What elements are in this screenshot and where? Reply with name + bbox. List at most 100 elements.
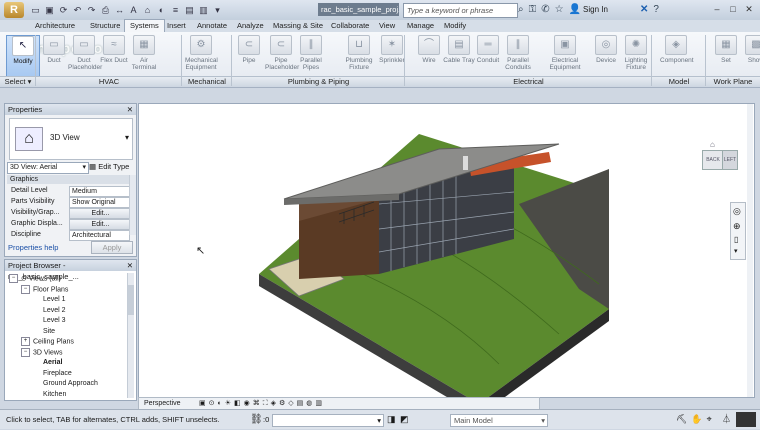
tree-item[interactable]: Site <box>43 327 55 337</box>
editing-requests-icon[interactable]: ◨ <box>387 410 396 429</box>
communication-icon[interactable]: ✆ <box>541 4 549 16</box>
parallel-pipes-button[interactable]: ∥ Parallel Pipes <box>295 35 327 75</box>
application-menu-button[interactable]: R <box>4 2 24 18</box>
thin-lines-icon[interactable]: ≡ <box>170 5 181 16</box>
minimize-icon[interactable]: – <box>710 3 724 15</box>
tree-item[interactable]: Level 3 <box>43 316 66 326</box>
panel-hvac[interactable]: HVAC <box>36 76 182 87</box>
tab-systems[interactable]: Systems <box>124 19 165 33</box>
redo-icon[interactable]: ↷ <box>86 5 97 16</box>
tab-structure[interactable]: Structure <box>85 20 125 32</box>
tree-item[interactable]: Kitchen <box>43 390 66 400</box>
tree-item[interactable]: −3D Views <box>21 347 62 358</box>
panel-mechanical[interactable]: Mechanical <box>182 76 232 87</box>
design-option-dropdown[interactable]: Main Model ▾ <box>450 414 548 427</box>
apply-button[interactable]: Apply <box>91 241 133 254</box>
view-selector[interactable]: 3D View: Aerial ▾ <box>7 162 89 174</box>
section-icon[interactable]: ◐ <box>156 5 167 16</box>
maximize-icon[interactable]: □ <box>726 3 740 15</box>
browser-scrollbar[interactable] <box>127 273 134 398</box>
plumbing-fixture-button[interactable]: ⊔ Plumbing Fixture <box>343 35 375 75</box>
help-icon[interactable]: ? <box>653 4 659 16</box>
duct-placeholder-button[interactable]: ▭ Duct Placeholder <box>68 35 102 75</box>
measure-icon[interactable]: ↔ <box>114 5 125 16</box>
tree-item[interactable]: + Ceiling Plans <box>21 337 74 347</box>
view-cube[interactable]: BACK LEFT ⌂ <box>696 140 740 178</box>
close-icon[interactable]: ✕ <box>127 104 133 115</box>
workset-dropdown[interactable]: ▾ <box>272 414 384 427</box>
search-input[interactable]: Type a keyword or phrase <box>403 3 518 18</box>
panel-model[interactable]: Model <box>652 76 706 87</box>
tab-insert[interactable]: Insert <box>162 20 191 32</box>
tab-manage[interactable]: Manage <box>402 20 439 32</box>
property-value[interactable]: Medium <box>69 186 130 197</box>
design-options-icon[interactable]: ◩ <box>400 410 409 429</box>
panel-plumbing-piping[interactable]: Plumbing & Piping <box>232 76 405 87</box>
switch-windows-icon[interactable]: ▥ <box>198 5 209 16</box>
view-cube-back-face[interactable]: BACK <box>702 150 724 170</box>
panel-select[interactable]: Select ▾ <box>0 76 36 87</box>
filter-icon[interactable]: ⏃ <box>722 410 731 429</box>
close-icon[interactable]: ✕ <box>742 3 756 15</box>
wire-button[interactable]: ⌒ Wire <box>413 35 445 75</box>
type-selector[interactable]: ⌂ 3D View ▾ <box>9 118 133 160</box>
tree-item[interactable]: Level 1 <box>43 295 66 305</box>
save-icon[interactable]: ▣ <box>44 5 55 16</box>
collapse-icon[interactable]: − <box>9 274 18 283</box>
tab-analyze[interactable]: Analyze <box>232 20 269 32</box>
worksharing-icon[interactable]: ⛓ <box>250 410 263 429</box>
tab-annotate[interactable]: Annotate <box>192 20 232 32</box>
properties-scrollbar[interactable] <box>129 175 136 235</box>
canvas-scrollbar[interactable] <box>747 104 753 397</box>
edit-type-button[interactable]: ▦ Edit Type <box>89 161 129 173</box>
view-control-icons[interactable]: ▣⊙◐☀◧◉⌘⛶◈⚙◇▤◍▥ <box>199 398 325 409</box>
exchange-icon[interactable]: ✕ <box>640 4 648 16</box>
tab-view[interactable]: View <box>374 20 400 32</box>
3d-view-icon[interactable]: ⌂ <box>142 5 153 16</box>
electrical-equipment-button[interactable]: ▣ Electrical Equipment <box>549 35 581 75</box>
device-button[interactable]: ◎ Device <box>590 35 622 75</box>
air-terminal-button[interactable]: ▦ Air Terminal <box>128 35 160 75</box>
favorites-icon[interactable]: ☆ <box>555 4 564 16</box>
mechanical-equipment-button[interactable]: ⚙ Mechanical Equipment <box>185 35 218 75</box>
open-icon[interactable]: ▭ <box>30 5 41 16</box>
expand-icon[interactable]: + <box>21 337 30 346</box>
duct-button[interactable]: ▭ Duct <box>38 35 70 75</box>
property-value[interactable]: Show Original <box>69 197 130 208</box>
text-icon[interactable]: A <box>128 5 139 16</box>
flex-duct-button[interactable]: ≈ Flex Duct <box>98 35 130 75</box>
graphics-section[interactable]: Graphics <box>7 175 132 184</box>
user-icon[interactable]: 👤 <box>569 4 581 16</box>
edit-button[interactable]: Edit... <box>69 219 130 230</box>
steering-wheel-icon[interactable]: ◎ <box>733 206 741 217</box>
chevron-down-icon[interactable]: ▾ <box>734 247 738 255</box>
selection-filter-icons[interactable]: ⛏✋⌖ <box>676 410 716 429</box>
tree-item[interactable]: Level 2 <box>43 306 66 316</box>
close-icon[interactable]: ✕ <box>127 260 133 271</box>
tab-collaborate[interactable]: Collaborate <box>326 20 374 32</box>
home-icon[interactable]: ⌂ <box>710 140 720 149</box>
conduit-button[interactable]: ═ Conduit <box>472 35 504 75</box>
show-button[interactable]: ▩ Show <box>740 35 760 75</box>
3d-model-view[interactable] <box>139 104 754 416</box>
tree-item[interactable]: − Floor Plans <box>21 284 68 295</box>
set-button[interactable]: ▦ Set <box>710 35 742 75</box>
tab-massing-site[interactable]: Massing & Site <box>268 20 328 32</box>
tab-architecture[interactable]: Architecture <box>30 20 80 32</box>
undo-icon[interactable]: ↶ <box>72 5 83 16</box>
parallel-conduits-button[interactable]: ∥ Parallel Conduits <box>502 35 534 75</box>
scroll-thumb[interactable] <box>128 285 134 315</box>
print-icon[interactable]: ⎙ <box>100 5 111 16</box>
sign-in-button[interactable]: Sign In <box>583 5 608 14</box>
tab-modify[interactable]: Modify <box>439 20 471 32</box>
property-value[interactable]: Architectural <box>69 230 130 241</box>
tree-item[interactable]: Fireplace <box>43 369 72 379</box>
lighting-fixture-button[interactable]: ✺ Lighting Fixture <box>620 35 652 75</box>
pan-icon[interactable]: ▯ <box>734 235 738 244</box>
panel-electrical[interactable]: Electrical <box>405 76 652 87</box>
tree-item[interactable]: − ⊙ Views (all) <box>9 274 61 284</box>
component-button[interactable]: ◈ Component <box>660 35 694 75</box>
chevron-down-icon[interactable]: ▾ <box>212 5 223 16</box>
pipe-placeholder-button[interactable]: ⊂ Pipe Placeholder <box>265 35 299 75</box>
close-hidden-icon[interactable]: ▤ <box>184 5 195 16</box>
